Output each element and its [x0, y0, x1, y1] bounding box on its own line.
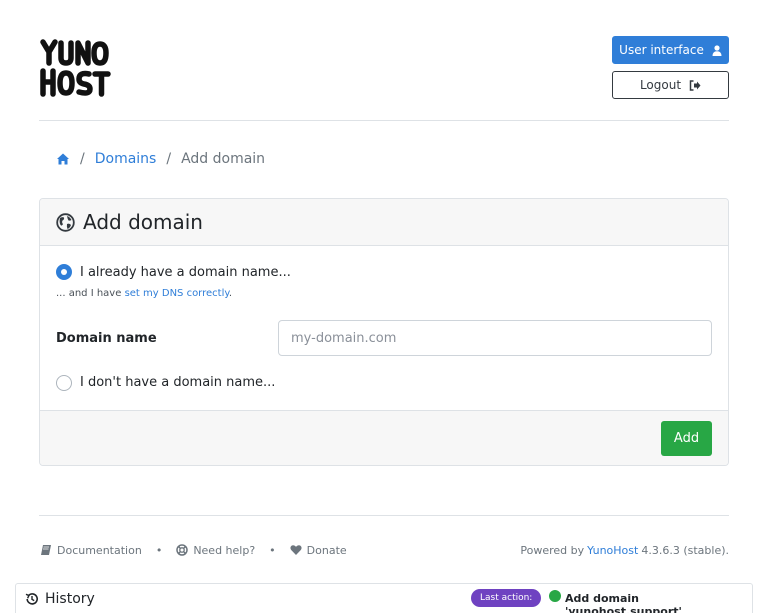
sign-out-icon: [689, 79, 701, 91]
powered-by: Powered by YunoHost 4.3.6.3 (stable).: [520, 542, 729, 558]
yunohost-logo[interactable]: [39, 38, 111, 98]
breadcrumb-separator: /: [166, 151, 172, 167]
history-title: History: [45, 591, 95, 607]
book-icon: [41, 545, 51, 555]
footer-separator: •: [155, 543, 163, 557]
success-status-icon: [549, 590, 561, 602]
documentation-link[interactable]: Documentation: [40, 544, 142, 557]
add-domain-card: Add domain I already have a domain name.…: [39, 198, 729, 466]
no-domain-label[interactable]: I don't have a domain name...: [80, 375, 275, 390]
documentation-label: Documentation: [57, 543, 142, 557]
have-domain-radio[interactable]: [56, 264, 72, 280]
breadcrumb-current: Add domain: [181, 151, 266, 167]
need-help-link[interactable]: Need help?: [176, 544, 255, 557]
last-action-badge: Last action:: [471, 589, 542, 607]
card-header: Add domain: [40, 199, 728, 246]
domain-name-input[interactable]: [278, 320, 712, 356]
yunohost-link[interactable]: YunoHost: [587, 544, 638, 557]
dns-help-suffix: .: [228, 288, 233, 299]
dns-help-prefix: ... and I have: [56, 288, 125, 299]
add-button[interactable]: Add: [661, 421, 712, 456]
have-domain-label[interactable]: I already have a domain name...: [80, 265, 291, 280]
breadcrumb: / Domains / Add domain: [56, 150, 265, 168]
dns-help-text: ... and I have set my DNS correctly.: [56, 288, 232, 299]
card-title: Add domain: [83, 210, 203, 234]
no-domain-radio[interactable]: [56, 375, 72, 391]
need-help-label: Need help?: [193, 543, 256, 557]
history-icon: [25, 593, 38, 605]
life-ring-icon: [176, 544, 189, 556]
donate-label: Donate: [306, 543, 347, 557]
history-toggle[interactable]: History: [25, 591, 95, 607]
user-interface-label: User interface: [619, 43, 704, 57]
last-action-text[interactable]: Add domain 'yunohost.support': [565, 592, 752, 613]
logout-button[interactable]: Logout: [612, 71, 729, 99]
yunohost-logo-icon: [40, 39, 111, 97]
version-text: 4.3.6.3 (stable).: [641, 543, 729, 557]
home-icon[interactable]: [56, 152, 70, 166]
globe-icon: [56, 212, 75, 232]
powered-by-prefix: Powered by: [520, 543, 585, 557]
footer-divider: [39, 515, 729, 516]
user-interface-button[interactable]: User interface: [612, 36, 729, 64]
card-footer: Add: [40, 410, 728, 465]
history-bar[interactable]: History Last action: Add domain 'yunohos…: [15, 583, 753, 613]
breadcrumb-separator: /: [80, 151, 85, 167]
breadcrumb-domains-link[interactable]: Domains: [95, 151, 157, 167]
footer-links: Documentation • Need help? • Donate: [40, 542, 347, 558]
heart-icon: [290, 545, 302, 555]
header-divider: [39, 120, 729, 121]
dns-config-link[interactable]: set my DNS correctly: [125, 288, 229, 299]
user-icon: [712, 44, 722, 56]
donate-link[interactable]: Donate: [290, 544, 347, 557]
logout-label: Logout: [639, 78, 682, 92]
domain-name-label: Domain name: [56, 331, 157, 346]
footer-separator: •: [269, 543, 276, 557]
